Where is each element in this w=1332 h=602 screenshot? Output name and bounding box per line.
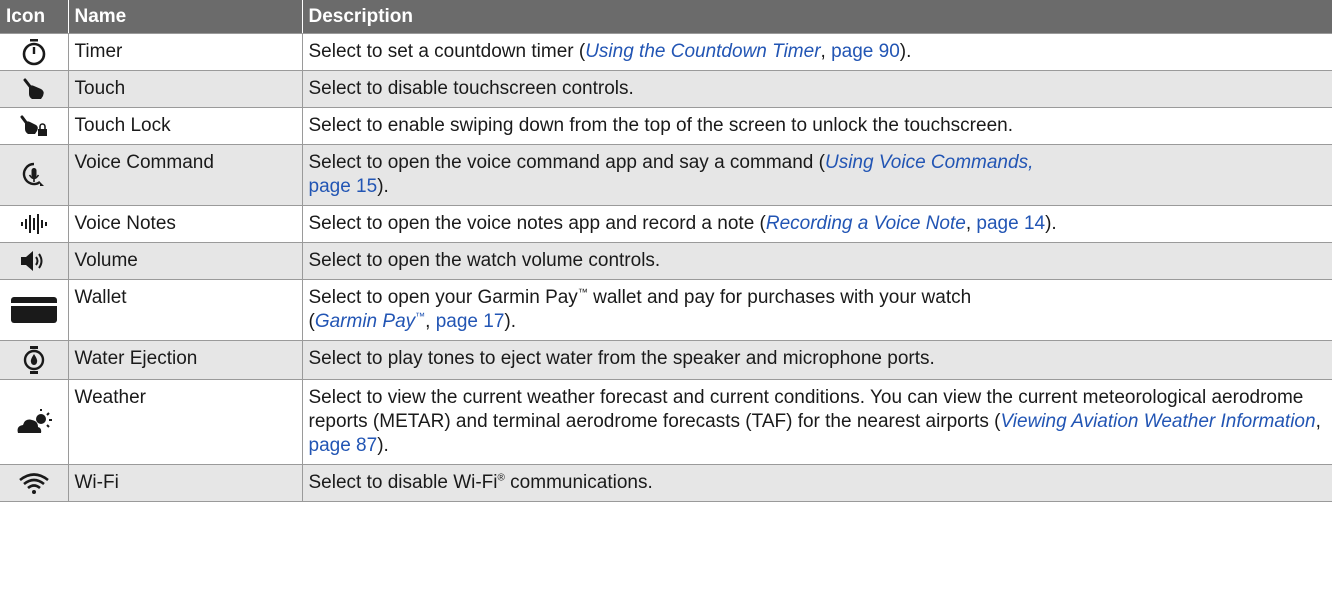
row-description: Select to play tones to eject water from… <box>301 340 1332 380</box>
table-row: Touch Lock Select to enable swiping down… <box>0 107 1332 145</box>
voice-notes-icon <box>20 214 47 234</box>
icon-cell <box>0 379 69 465</box>
icon-cell <box>0 340 69 380</box>
table-row: Timer Select to set a countdown timer (U… <box>0 33 1332 71</box>
header-description: Description <box>302 0 1332 34</box>
row-description: Select to open the watch volume controls… <box>301 242 1332 280</box>
cross-reference-link[interactable]: Using Voice Commands <box>825 152 1028 173</box>
icon-table: Icon Name Description Timer Select to se… <box>0 0 1332 502</box>
page-link[interactable]: page 17 <box>436 311 505 332</box>
icon-cell <box>0 33 69 71</box>
header-name: Name <box>68 0 303 34</box>
table-row: Volume Select to open the watch volume c… <box>0 242 1332 280</box>
table-row: Voice Notes Select to open the voice not… <box>0 205 1332 243</box>
icon-cell <box>0 144 69 206</box>
table-row: Wallet Select to open your Garmin Pay™ w… <box>0 279 1332 341</box>
row-description: Select to set a countdown timer (Using t… <box>301 33 1332 71</box>
icon-cell <box>0 107 69 145</box>
wallet-icon <box>10 297 57 323</box>
icon-cell <box>0 205 69 243</box>
timer-icon <box>22 39 46 66</box>
voice-command-icon <box>22 162 44 186</box>
row-name: Wi-Fi <box>67 464 303 502</box>
row-description: Select to open the voice notes app and r… <box>301 205 1332 243</box>
row-name: Weather <box>67 379 303 465</box>
touch-lock-icon <box>20 115 47 136</box>
weather-icon <box>17 409 52 433</box>
volume-icon <box>20 251 43 271</box>
row-name: Wallet <box>67 279 303 341</box>
row-name: Voice Notes <box>67 205 303 243</box>
page-link[interactable]: page 90 <box>831 41 900 62</box>
cross-reference-link[interactable]: Viewing Aviation Weather Information <box>1000 411 1315 432</box>
page-link[interactable]: page 87 <box>309 435 378 456</box>
wifi-icon <box>18 473 49 494</box>
row-name: Timer <box>67 33 303 71</box>
row-description: Select to open your Garmin Pay™ wallet a… <box>301 279 1332 341</box>
header-row: Icon Name Description <box>0 0 1332 34</box>
table-row: Voice Command Select to open the voice c… <box>0 144 1332 206</box>
row-name: Touch <box>67 70 303 108</box>
page-link[interactable]: page 14 <box>976 213 1045 234</box>
row-description: Select to enable swiping down from the t… <box>301 107 1332 145</box>
row-name: Volume <box>67 242 303 280</box>
table-row: Touch Select to disable touchscreen cont… <box>0 70 1332 108</box>
water-ejection-icon <box>23 346 44 374</box>
header-icon: Icon <box>0 0 69 34</box>
icon-cell <box>0 242 69 280</box>
touch-icon <box>23 78 44 99</box>
table-row: Water Ejection Select to play tones to e… <box>0 340 1332 380</box>
page-link[interactable]: page 15 <box>309 176 378 197</box>
row-description: Select to disable touchscreen controls. <box>301 70 1332 108</box>
row-name: Voice Command <box>67 144 303 206</box>
row-description: Select to open the voice command app and… <box>301 144 1332 206</box>
row-description: Select to disable Wi-Fi® communications. <box>301 464 1332 502</box>
cross-reference-link[interactable]: Recording a Voice Note <box>766 213 966 234</box>
row-name: Touch Lock <box>67 107 303 145</box>
icon-cell <box>0 464 69 502</box>
table-row: Weather Select to view the current weath… <box>0 379 1332 465</box>
table-row: Wi-Fi Select to disable Wi-Fi® communica… <box>0 464 1332 502</box>
cross-reference-link[interactable]: Using the Countdown Timer <box>585 41 820 62</box>
icon-cell <box>0 70 69 108</box>
icon-cell <box>0 279 69 341</box>
row-description: Select to view the current weather forec… <box>301 379 1332 465</box>
row-name: Water Ejection <box>67 340 303 380</box>
cross-reference-link[interactable]: Garmin Pay™ <box>315 311 425 332</box>
